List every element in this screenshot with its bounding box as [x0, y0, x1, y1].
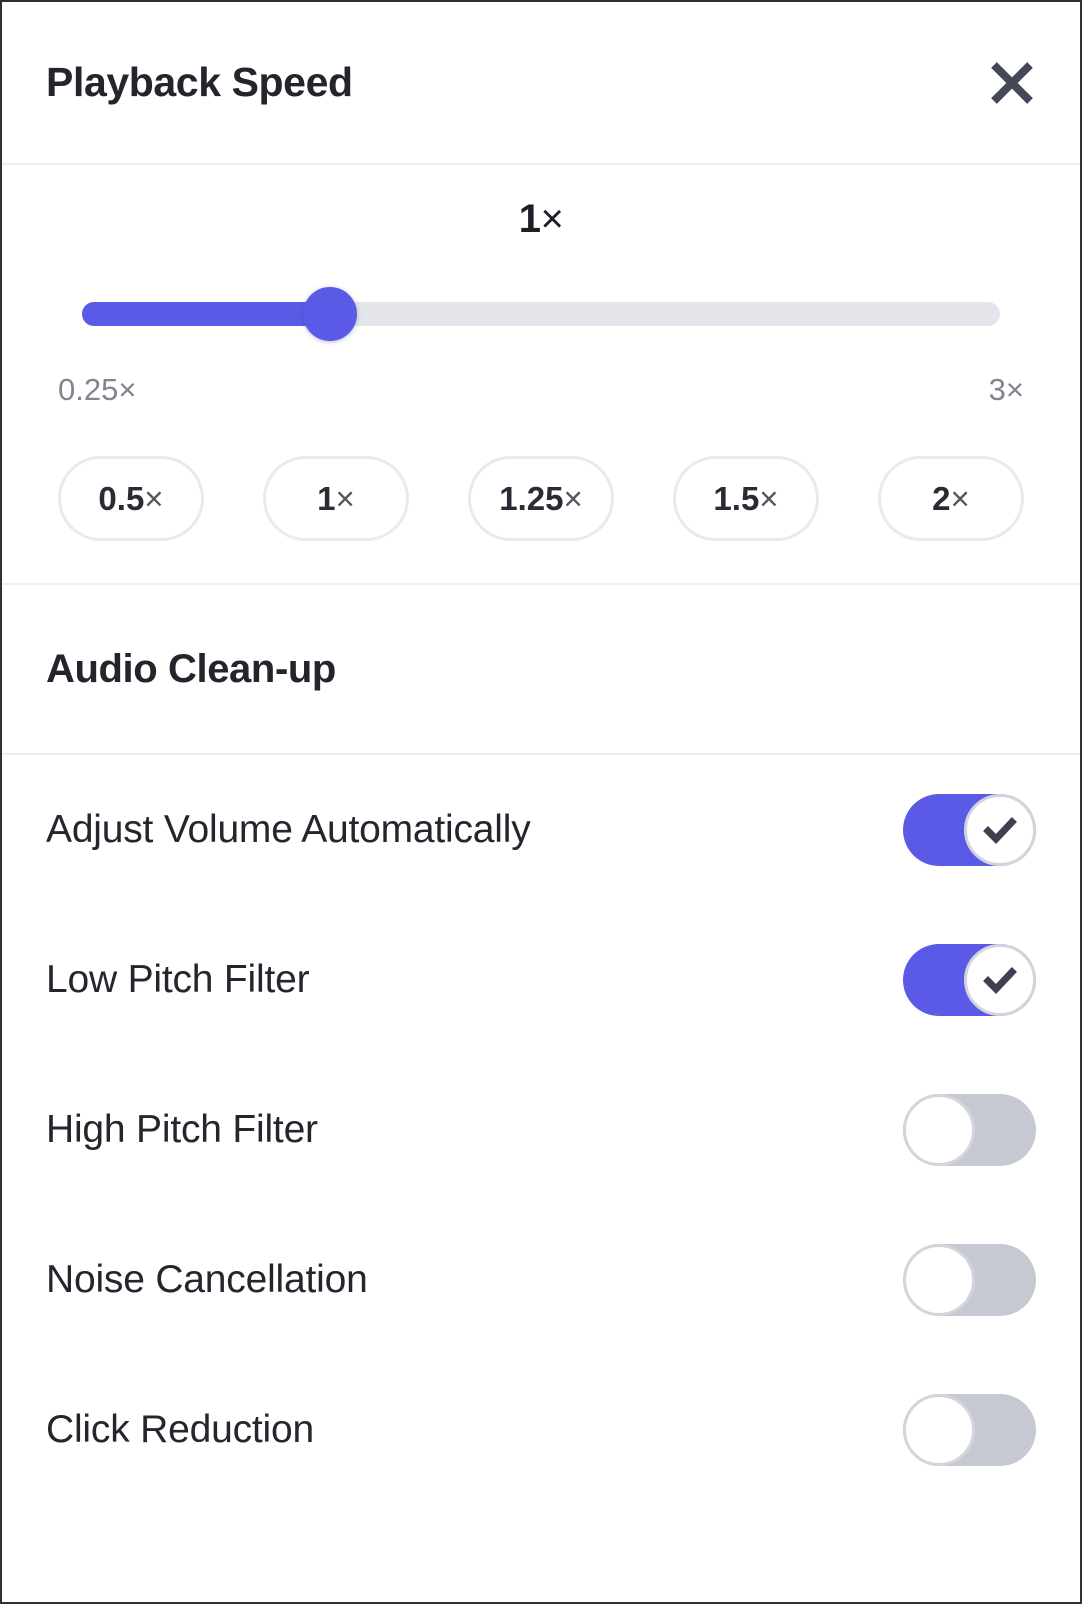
panel-header: Playback Speed — [2, 2, 1080, 165]
audio-cleanup-title: Audio Clean-up — [46, 646, 336, 691]
speed-preset-0[interactable]: 0.5 × — [58, 456, 204, 541]
current-speed-value: 1× — [2, 199, 1080, 239]
speed-preset-1[interactable]: 1 × — [263, 456, 409, 541]
toggle-knob — [964, 944, 1036, 1016]
speed-slider-fill — [82, 302, 330, 326]
toggle-knob — [964, 794, 1036, 866]
speed-preset-1-unit: × — [335, 479, 355, 517]
toggle-row-high-pitch-filter[interactable]: High Pitch Filter — [46, 1055, 1036, 1205]
speed-preset-4-value: 2 — [932, 479, 951, 517]
toggle-label-adjust-volume-automatically: Adjust Volume Automatically — [46, 808, 531, 851]
toggle-row-adjust-volume-automatically[interactable]: Adjust Volume Automatically — [46, 755, 1036, 905]
toggle-row-noise-cancellation[interactable]: Noise Cancellation — [46, 1205, 1036, 1355]
audio-cleanup-options: Adjust Volume Automatically Low Pitch Fi… — [2, 755, 1080, 1505]
toggle-label-click-reduction: Click Reduction — [46, 1408, 314, 1451]
speed-max-label: 3× — [988, 372, 1024, 407]
check-icon — [980, 960, 1020, 1000]
toggle-label-noise-cancellation: Noise Cancellation — [46, 1258, 368, 1301]
toggle-switch-noise-cancellation[interactable] — [903, 1244, 1036, 1316]
toggle-knob — [903, 1094, 975, 1166]
speed-preset-4-unit: × — [950, 479, 970, 517]
toggle-row-click-reduction[interactable]: Click Reduction — [46, 1355, 1036, 1505]
speed-slider-range-labels: 0.25× 3× — [58, 372, 1024, 408]
toggle-knob — [903, 1244, 975, 1316]
toggle-label-high-pitch-filter: High Pitch Filter — [46, 1108, 318, 1151]
playback-speed-section: 1× 0.25× 3× 0.5 × 1 × 1.25 × 1.5 × 2 × — [2, 165, 1080, 585]
speed-preset-3-value: 1.5 — [713, 479, 760, 517]
speed-slider[interactable] — [82, 287, 1000, 341]
speed-min-label: 0.25× — [58, 372, 137, 407]
toggle-switch-high-pitch-filter[interactable] — [903, 1094, 1036, 1166]
close-button[interactable] — [976, 47, 1048, 119]
speed-preset-4[interactable]: 2 × — [878, 456, 1024, 541]
current-speed-unit: × — [540, 197, 564, 241]
speed-preset-buttons: 0.5 × 1 × 1.25 × 1.5 × 2 × — [58, 456, 1024, 541]
speed-preset-2[interactable]: 1.25 × — [468, 456, 614, 541]
toggle-row-low-pitch-filter[interactable]: Low Pitch Filter — [46, 905, 1036, 1055]
playback-speed-panel: Playback Speed 1× 0.25× 3× 0.5 × 1 × 1.25 × — [0, 0, 1082, 1604]
current-speed-number: 1 — [518, 197, 541, 241]
toggle-switch-low-pitch-filter[interactable] — [903, 944, 1036, 1016]
speed-preset-3-unit: × — [759, 479, 779, 517]
audio-cleanup-header: Audio Clean-up — [2, 585, 1080, 755]
speed-preset-3[interactable]: 1.5 × — [673, 456, 819, 541]
speed-preset-2-value: 1.25 — [499, 479, 564, 517]
check-icon — [980, 810, 1020, 850]
toggle-knob — [903, 1394, 975, 1466]
speed-slider-thumb[interactable] — [302, 287, 357, 341]
speed-preset-1-value: 1 — [317, 479, 336, 517]
speed-preset-2-unit: × — [563, 479, 583, 517]
toggle-switch-click-reduction[interactable] — [903, 1394, 1036, 1466]
toggle-label-low-pitch-filter: Low Pitch Filter — [46, 958, 310, 1001]
speed-preset-0-unit: × — [144, 479, 164, 517]
toggle-switch-adjust-volume-automatically[interactable] — [903, 794, 1036, 866]
speed-preset-0-value: 0.5 — [98, 479, 145, 517]
close-icon — [986, 57, 1038, 109]
page-title: Playback Speed — [46, 59, 353, 105]
